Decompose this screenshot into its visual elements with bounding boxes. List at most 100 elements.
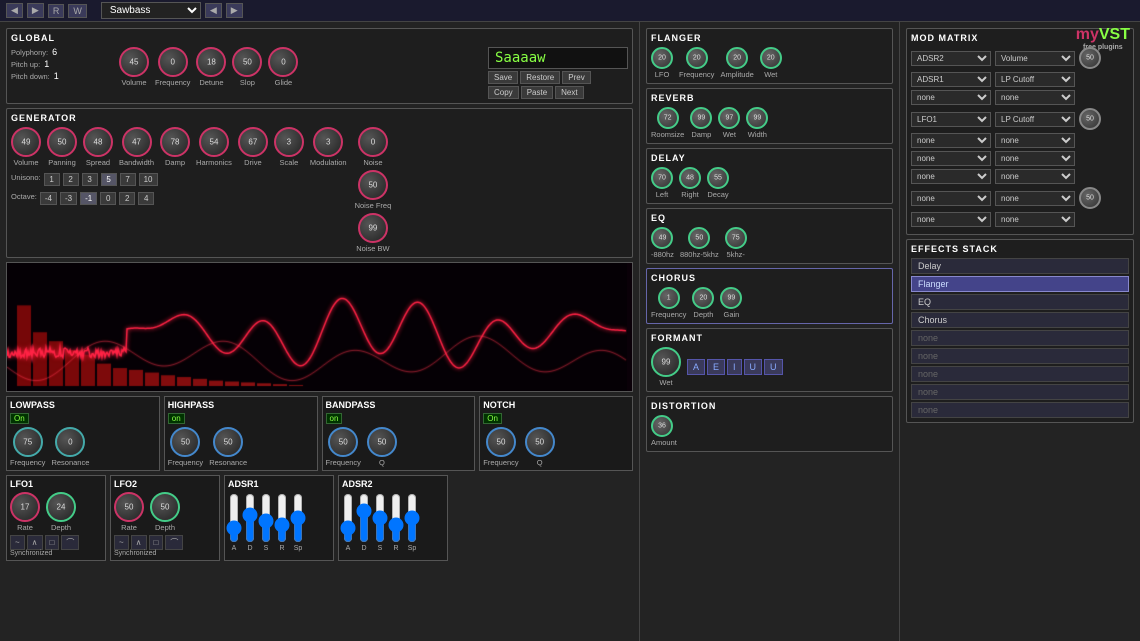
- notch-q-knob[interactable]: 50: [525, 427, 555, 457]
- lowpass-status[interactable]: On: [10, 413, 29, 424]
- fl-lfo-knob[interactable]: 20: [651, 47, 673, 69]
- adsr2-a-slider[interactable]: [342, 493, 354, 543]
- fl-freq-knob[interactable]: 20: [686, 47, 708, 69]
- adsr2-s-slider[interactable]: [374, 493, 386, 543]
- effect-eq[interactable]: EQ: [911, 294, 1129, 310]
- fl-amp-knob[interactable]: 20: [726, 47, 748, 69]
- eq-mid-knob[interactable]: 50: [688, 227, 710, 249]
- mod-source-5[interactable]: none: [911, 151, 991, 166]
- octave-4[interactable]: 4: [138, 192, 154, 205]
- effect-delay[interactable]: Delay: [911, 258, 1129, 274]
- lfo1-depth-knob[interactable]: 24: [46, 492, 76, 522]
- octave-n4[interactable]: -4: [40, 192, 57, 205]
- global-volume-knob[interactable]: 45: [119, 47, 149, 77]
- mod-dest-8[interactable]: none: [995, 212, 1075, 227]
- mod-dest-1[interactable]: LP Cutoff: [995, 72, 1075, 87]
- preset-next-btn[interactable]: ▶: [226, 3, 243, 18]
- octave-n1[interactable]: -1: [80, 192, 97, 205]
- preset-prev-btn[interactable]: ◀: [205, 3, 222, 18]
- gen-drive-knob[interactable]: 67: [238, 127, 268, 157]
- octave-0[interactable]: 0: [100, 192, 116, 205]
- adsr1-r-slider[interactable]: [276, 493, 288, 543]
- dl-right-knob[interactable]: 48: [679, 167, 701, 189]
- bp-freq-knob[interactable]: 50: [328, 427, 358, 457]
- bp-q-knob[interactable]: 50: [367, 427, 397, 457]
- effect-none-6[interactable]: none: [911, 366, 1129, 382]
- adsr2-sp-slider[interactable]: [406, 493, 418, 543]
- unisono-7[interactable]: 7: [120, 173, 136, 186]
- mod-source-1[interactable]: ADSR1: [911, 72, 991, 87]
- eq-hi-knob[interactable]: 75: [725, 227, 747, 249]
- write-btn[interactable]: W: [68, 4, 87, 18]
- gen-panning-knob[interactable]: 50: [47, 127, 77, 157]
- mod-source-3[interactable]: LFO1: [911, 112, 991, 127]
- rv-wet-knob[interactable]: 97: [718, 107, 740, 129]
- mod-dest-0[interactable]: Volume: [995, 51, 1075, 66]
- rv-width-knob[interactable]: 99: [746, 107, 768, 129]
- lfo2-depth-knob[interactable]: 50: [150, 492, 180, 522]
- global-freq-knob[interactable]: 0: [158, 47, 188, 77]
- preset-selector[interactable]: Sawbass: [101, 2, 201, 19]
- unisono-3[interactable]: 3: [82, 173, 98, 186]
- unisono-1[interactable]: 1: [44, 173, 60, 186]
- octave-n3[interactable]: -3: [60, 192, 77, 205]
- mod-knob-7[interactable]: 50: [1079, 187, 1101, 209]
- copy-btn[interactable]: Copy: [488, 86, 519, 99]
- mod-dest-5[interactable]: none: [995, 151, 1075, 166]
- mod-source-0[interactable]: ADSR2: [911, 51, 991, 66]
- unisono-10[interactable]: 10: [139, 173, 158, 186]
- noise-knob[interactable]: 0: [358, 127, 388, 157]
- nav-fwd-btn[interactable]: ▶: [27, 3, 44, 18]
- lfo2-wave-tri[interactable]: ∧: [131, 535, 147, 550]
- ch-freq-knob[interactable]: 1: [658, 287, 680, 309]
- prev-btn[interactable]: Prev: [562, 71, 590, 84]
- lfo2-rate-knob[interactable]: 50: [114, 492, 144, 522]
- noise-freq-knob[interactable]: 50: [358, 170, 388, 200]
- mod-dest-7[interactable]: none: [995, 191, 1075, 206]
- noise-bw-knob[interactable]: 99: [358, 213, 388, 243]
- adsr1-sp-slider[interactable]: [292, 493, 304, 543]
- hp-res-knob[interactable]: 50: [213, 427, 243, 457]
- notch-freq-knob[interactable]: 50: [486, 427, 516, 457]
- lfo2-wave-sq[interactable]: □: [149, 535, 164, 550]
- formant-u2-btn[interactable]: U: [764, 359, 783, 375]
- save-btn[interactable]: Save: [488, 71, 518, 84]
- lp-freq-knob[interactable]: 75: [13, 427, 43, 457]
- paste-btn[interactable]: Paste: [521, 86, 553, 99]
- octave-2[interactable]: 2: [119, 192, 135, 205]
- effect-flanger[interactable]: Flanger: [911, 276, 1129, 292]
- dl-decay-knob[interactable]: 55: [707, 167, 729, 189]
- dl-left-knob[interactable]: 70: [651, 167, 673, 189]
- lfo2-wave-sine[interactable]: ~: [114, 535, 129, 550]
- dist-amount-knob[interactable]: 36: [651, 415, 673, 437]
- ch-depth-knob[interactable]: 20: [692, 287, 714, 309]
- unisono-2[interactable]: 2: [63, 173, 79, 186]
- mod-source-7[interactable]: none: [911, 191, 991, 206]
- adsr1-d-slider[interactable]: [244, 493, 256, 543]
- mod-source-6[interactable]: none: [911, 169, 991, 184]
- gen-scale-knob[interactable]: 3: [274, 127, 304, 157]
- bandpass-status[interactable]: on: [326, 413, 343, 424]
- formant-a-btn[interactable]: A: [687, 359, 705, 375]
- next-btn[interactable]: Next: [555, 86, 583, 99]
- mod-source-4[interactable]: none: [911, 133, 991, 148]
- lfo2-wave-saw[interactable]: ⌒: [165, 535, 183, 550]
- formant-u-btn[interactable]: U: [744, 359, 763, 375]
- effect-none-5[interactable]: none: [911, 348, 1129, 364]
- restore-btn[interactable]: Restore: [520, 71, 560, 84]
- fl-wet-knob[interactable]: 20: [760, 47, 782, 69]
- formant-i-btn[interactable]: I: [727, 359, 742, 375]
- global-slop-knob[interactable]: 50: [232, 47, 262, 77]
- ch-gain-knob[interactable]: 99: [720, 287, 742, 309]
- mod-dest-6[interactable]: none: [995, 169, 1075, 184]
- global-glide-knob[interactable]: 0: [268, 47, 298, 77]
- formant-e-btn[interactable]: E: [707, 359, 725, 375]
- lfo1-wave-sine[interactable]: ~: [10, 535, 25, 550]
- gen-spread-knob[interactable]: 48: [83, 127, 113, 157]
- global-detune-knob[interactable]: 18: [196, 47, 226, 77]
- gen-bandwidth-knob[interactable]: 47: [122, 127, 152, 157]
- adsr1-s-slider[interactable]: [260, 493, 272, 543]
- gen-volume-knob[interactable]: 49: [11, 127, 41, 157]
- gen-damp-knob[interactable]: 78: [160, 127, 190, 157]
- mod-source-8[interactable]: none: [911, 212, 991, 227]
